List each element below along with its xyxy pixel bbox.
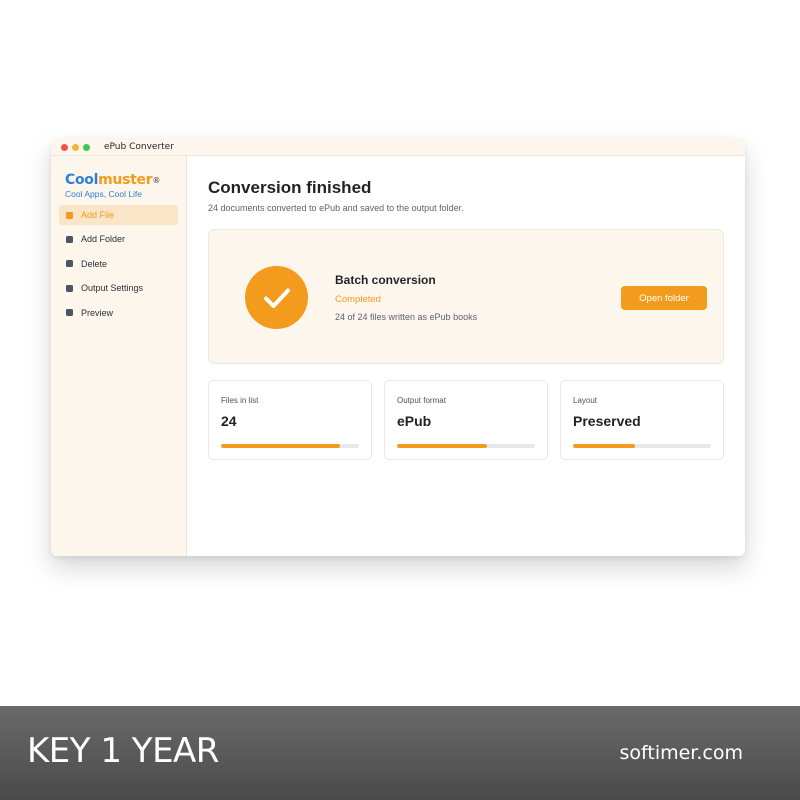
settings-icon	[66, 284, 73, 292]
stat-card-layout: Layout Preserved	[560, 380, 724, 460]
minimize-window-button[interactable]	[72, 143, 79, 151]
main-content: Conversion finished 24 documents convert…	[188, 156, 745, 556]
status-badge: Completed	[335, 294, 381, 305]
sidebar-item-label: Add Folder	[81, 234, 126, 245]
logo-brand-cool: Cool	[65, 172, 99, 188]
add-folder-icon	[66, 235, 73, 243]
conversion-status-card: Batch conversion Completed 24 of 24 file…	[208, 229, 724, 364]
stat-value: 24	[221, 413, 237, 429]
status-heading: Batch conversion	[335, 273, 436, 287]
sidebar-item-delete[interactable]: Delete	[59, 254, 178, 274]
window-title: ePub Converter	[104, 142, 174, 152]
stat-label: Output format	[397, 396, 446, 405]
sidebar-item-label: Add File	[81, 210, 115, 220]
coolmuster-logo: Coolmuster® Cool Apps, Cool Life	[65, 172, 161, 200]
stats-row: Files in list 24 Output format ePub Layo…	[208, 380, 724, 461]
stat-progress-fill	[221, 444, 340, 448]
sidebar-item-label: Delete	[81, 258, 108, 269]
sidebar-item-add-file[interactable]: Add File	[59, 205, 178, 225]
close-window-button[interactable]	[61, 143, 68, 151]
sidebar-item-label: Preview	[81, 307, 114, 318]
window-controls	[61, 143, 90, 151]
sidebar: Coolmuster® Cool Apps, Cool Life Add Fil…	[51, 156, 187, 556]
banner-license-text: KEY 1 YEAR	[27, 731, 219, 771]
stat-card-output-format: Output format ePub	[384, 380, 548, 460]
status-text-block: Batch conversion Completed 24 of 24 file…	[335, 273, 477, 322]
stat-label: Layout	[573, 396, 598, 405]
stat-progress-bar	[397, 444, 535, 448]
promo-banner: KEY 1 YEAR softimer.com	[0, 706, 800, 800]
logo-registered-mark: ®	[152, 176, 161, 185]
maximize-window-button[interactable]	[83, 143, 90, 151]
stat-value: Preserved	[573, 413, 641, 429]
checkmark-icon	[245, 266, 308, 329]
open-folder-button[interactable]: Open folder	[621, 286, 707, 310]
sidebar-nav: Add File Add Folder Delete Output Settin…	[59, 205, 178, 327]
add-file-icon	[66, 211, 73, 219]
banner-site-name: softimer.com	[619, 742, 744, 764]
page-title: Conversion finished	[208, 178, 372, 197]
stat-progress-bar	[573, 444, 711, 448]
sidebar-item-label: Output Settings	[81, 283, 144, 294]
status-detail: 24 of 24 files written as ePub books	[335, 312, 478, 322]
title-bar: ePub Converter	[51, 139, 745, 156]
stat-progress-fill	[397, 444, 487, 448]
page-subtitle: 24 documents converted to ePub and saved…	[208, 203, 464, 213]
stat-card-files: Files in list 24	[208, 380, 372, 460]
stat-progress-fill	[573, 444, 636, 448]
stat-label: Files in list	[221, 396, 259, 405]
app-window: ePub Converter Coolmuster® Cool Apps, Co…	[51, 139, 745, 556]
stat-progress-bar	[221, 444, 359, 448]
logo-brand-muster: muster	[98, 172, 153, 188]
stat-value: ePub	[397, 413, 432, 429]
sidebar-item-preview[interactable]: Preview	[59, 303, 178, 323]
preview-icon	[66, 309, 73, 317]
sidebar-item-add-folder[interactable]: Add Folder	[59, 229, 178, 249]
delete-icon	[66, 260, 73, 268]
logo-tagline: Cool Apps, Cool Life	[65, 189, 143, 199]
sidebar-item-output-settings[interactable]: Output Settings	[59, 278, 178, 298]
